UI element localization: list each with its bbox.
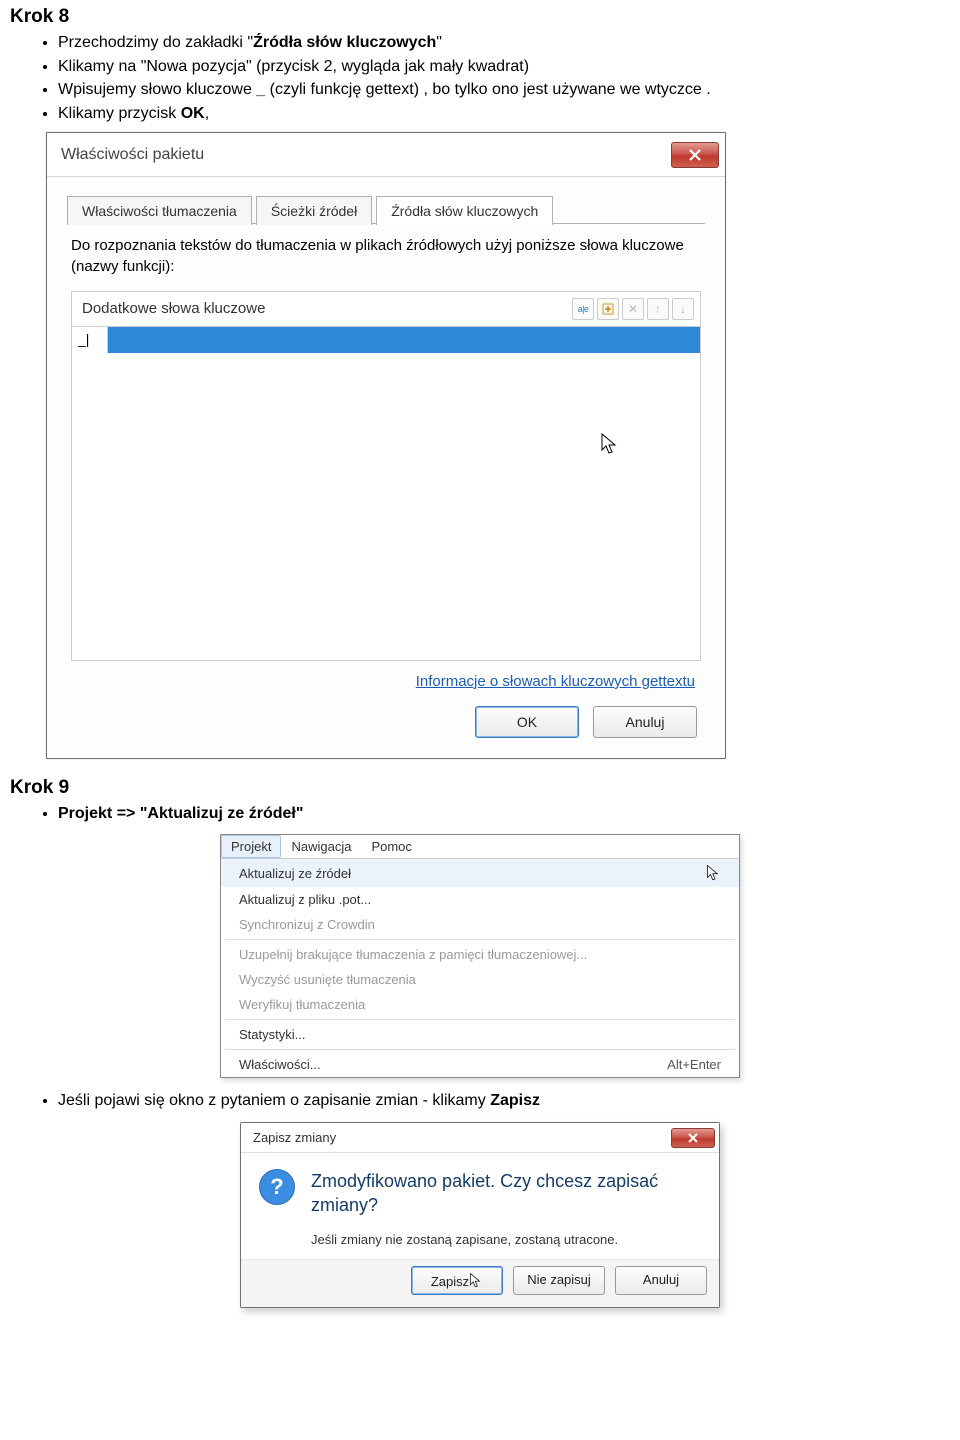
- tab-description: Do rozpoznania tekstów do tłumaczenia w …: [71, 236, 701, 277]
- cursor-icon: [469, 1274, 483, 1289]
- menu-separator: [225, 939, 735, 940]
- menu-item-label: Aktualizuj ze źródeł: [239, 866, 351, 881]
- menu-item-statistics[interactable]: Statystyki...: [221, 1022, 739, 1047]
- cursor-icon: [600, 432, 620, 459]
- selected-row[interactable]: [108, 327, 700, 353]
- step8-heading: Krok 8: [10, 6, 950, 28]
- new-item-button[interactable]: [597, 298, 619, 320]
- menu-item-label: Synchronizuj z Crowdin: [239, 917, 375, 932]
- question-icon: ?: [259, 1169, 295, 1205]
- menu-item-update-from-sources[interactable]: Aktualizuj ze źródeł: [221, 859, 739, 887]
- save-changes-dialog: Zapisz zmiany ? Zmodyfikowano pakiet. Cz…: [240, 1122, 720, 1308]
- step8-bullet: Klikamy przycisk OK,: [58, 103, 950, 125]
- step8-bullet: Klikamy na "Nowa pozycja" (przycisk 2, w…: [58, 56, 950, 78]
- step8-bullet: Przechodzimy do zakładki "Źródła słów kl…: [58, 32, 950, 54]
- text-bold: Zapisz: [490, 1092, 540, 1109]
- menu-item-clear-deleted[interactable]: Wyczyść usunięte tłumaczenia: [221, 967, 739, 992]
- menu-separator: [225, 1019, 735, 1020]
- menu-item-label: Weryfikuj tłumaczenia: [239, 997, 365, 1012]
- tab-keyword-sources[interactable]: Źródła słów kluczowych: [376, 196, 553, 225]
- dialog-title: Właściwości pakietu: [61, 146, 204, 164]
- new-item-icon: [601, 302, 615, 316]
- cancel-button[interactable]: Anuluj: [593, 706, 697, 738]
- dialog-title: Zapisz zmiany: [253, 1130, 336, 1145]
- gettext-keywords-link[interactable]: Informacje o słowach kluczowych gettextu: [416, 673, 695, 690]
- step9-heading: Krok 9: [10, 777, 950, 799]
- menu-item-label: Statystyki...: [239, 1027, 305, 1042]
- menu-item-verify[interactable]: Weryfikuj tłumaczenia: [221, 992, 739, 1017]
- save-button[interactable]: Zapisz: [411, 1266, 503, 1295]
- cancel-button[interactable]: Anuluj: [615, 1266, 707, 1295]
- delete-tool-button[interactable]: ✕: [622, 298, 644, 320]
- keywords-panel: Dodatkowe słowa kluczowe a|e ✕: [71, 291, 701, 661]
- move-up-button[interactable]: ↑: [647, 298, 669, 320]
- menu-item-properties[interactable]: Właściwości... Alt+Enter: [221, 1052, 739, 1077]
- tab-source-paths[interactable]: Ścieżki źródeł: [256, 196, 372, 225]
- tab-translation-properties[interactable]: Właściwości tłumaczenia: [67, 196, 252, 225]
- menu-item-label: Właściwości...: [239, 1057, 321, 1072]
- menu-item-update-from-pot[interactable]: Aktualizuj z pliku .pot...: [221, 887, 739, 912]
- step9-bullet: Projekt => "Aktualizuj ze źródeł": [58, 803, 950, 825]
- step9-bullet: Jeśli pojawi się okno z pytaniem o zapis…: [58, 1090, 950, 1112]
- step8-bullet: Wpisujemy słowo kluczowe _ (czyli funkcj…: [58, 79, 950, 101]
- menu-item-label: Aktualizuj z pliku .pot...: [239, 892, 371, 907]
- properties-dialog: Właściwości pakietu Właściwości tłumacze…: [46, 132, 726, 759]
- project-menu-screenshot: Projekt Nawigacja Pomoc Aktualizuj ze źr…: [220, 834, 740, 1078]
- button-label: Zapisz: [431, 1274, 469, 1289]
- menu-shortcut: Alt+Enter: [667, 1057, 721, 1072]
- dialog-message: Zmodyfikowano pakiet. Czy chcesz zapisać…: [311, 1169, 701, 1218]
- close-icon: [688, 148, 702, 162]
- close-icon: [686, 1131, 700, 1145]
- dont-save-button[interactable]: Nie zapisuj: [513, 1266, 605, 1295]
- menubar-nawigacja[interactable]: Nawigacja: [281, 835, 361, 858]
- text: Jeśli pojawi się okno z pytaniem o zapis…: [58, 1092, 490, 1109]
- edit-tool-button[interactable]: a|e: [572, 298, 594, 320]
- menu-separator: [225, 1049, 735, 1050]
- close-button[interactable]: [671, 142, 719, 168]
- ok-button[interactable]: OK: [475, 706, 579, 738]
- quoted-tab-name: Źródła słów kluczowych: [253, 34, 436, 51]
- dialog-subtext: Jeśli zmiany nie zostaną zapisane, zosta…: [241, 1228, 719, 1259]
- menu-item-sync-crowdin[interactable]: Synchronizuj z Crowdin: [221, 912, 739, 937]
- close-button[interactable]: [671, 1128, 715, 1148]
- menubar-pomoc[interactable]: Pomoc: [361, 835, 421, 858]
- keyword-input[interactable]: _|: [72, 327, 108, 353]
- menubar-projekt[interactable]: Projekt: [221, 835, 281, 858]
- cursor-icon: [700, 864, 721, 882]
- menu-item-label: Wyczyść usunięte tłumaczenia: [239, 972, 416, 987]
- menu-item-fill-tm[interactable]: Uzupełnij brakujące tłumaczenia z pamięc…: [221, 942, 739, 967]
- menu-item-label: Uzupełnij brakujące tłumaczenia z pamięc…: [239, 947, 587, 962]
- panel-title: Dodatkowe słowa kluczowe: [82, 300, 265, 317]
- move-down-button[interactable]: ↓: [672, 298, 694, 320]
